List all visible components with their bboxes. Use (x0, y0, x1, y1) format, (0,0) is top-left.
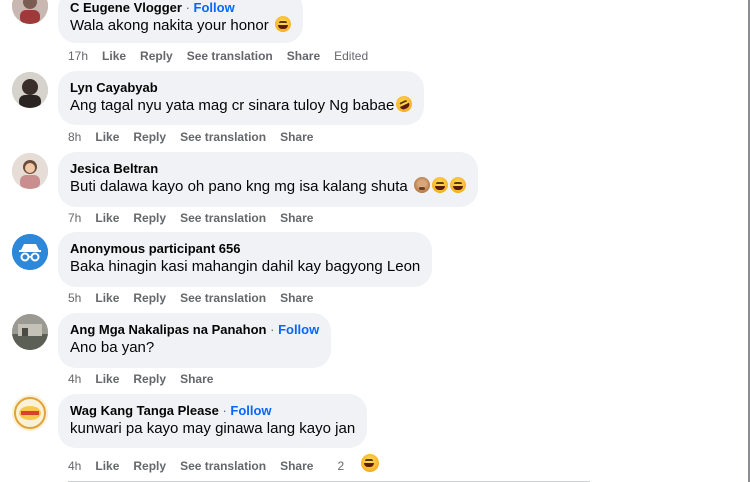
comment-text: kunwari pa kayo may ginawa lang kayo jan (70, 420, 356, 437)
like-button[interactable]: Like (95, 129, 119, 145)
follow-button[interactable]: Follow (194, 0, 235, 15)
share-button[interactable]: Share (280, 290, 313, 306)
share-button[interactable]: Share (280, 210, 313, 226)
comment-bubble: Ang Mga Nakalipas na Panahon · Follow An… (58, 313, 332, 368)
comment-text: Wala akong nakita your honor (70, 17, 269, 34)
edited-label: Edited (334, 49, 369, 63)
share-button[interactable]: Share (280, 129, 313, 145)
comment-actions: 4h Like Reply See translation Share 2 (68, 454, 407, 474)
comment-author[interactable]: Wag Kang Tanga Please (70, 403, 219, 418)
separator-dot: · (181, 0, 194, 15)
avatar[interactable] (12, 0, 48, 24)
laughing-emoji-icon (361, 454, 380, 472)
follow-button[interactable]: Follow (230, 403, 271, 418)
comment-time[interactable]: 4h (68, 458, 81, 474)
see-translation-button[interactable]: See translation (187, 48, 273, 64)
comment-author[interactable]: Lyn Cayabyab (70, 79, 412, 96)
rolling-laughing-emoji-icon (393, 93, 416, 115)
comment-bubble: C Eugene Vlogger · Follow Wala akong nak… (58, 0, 303, 43)
comment-bubble: Wag Kang Tanga Please · Follow kunwari p… (58, 394, 368, 448)
comment-time[interactable]: 4h (68, 371, 81, 387)
comment-bubble: Anonymous participant 656 Baka hinagin k… (58, 232, 433, 287)
comment-bubble: Lyn Cayabyab Ang tagal nyu yata mag cr s… (58, 71, 425, 125)
comment-time[interactable]: 5h (68, 290, 81, 306)
like-button[interactable]: Like (95, 458, 119, 474)
comment-actions: 7h Like Reply See translation Share (68, 210, 327, 226)
separator-dot: · (266, 322, 279, 337)
reaction-count[interactable]: 2 (337, 454, 393, 474)
comment-actions: 17h Like Reply See translation Share Edited (68, 48, 382, 64)
comment-text: Ang tagal nyu yata mag cr sinara tuloy N… (70, 97, 395, 114)
reply-button[interactable]: Reply (140, 48, 173, 64)
see-translation-button[interactable]: See translation (180, 210, 266, 226)
avatar[interactable] (12, 153, 48, 189)
separator-dot: · (218, 403, 231, 418)
comment-author[interactable]: Jesica Beltran (70, 160, 466, 177)
avatar[interactable] (12, 314, 48, 350)
laughing-emoji-icon (431, 177, 448, 193)
see-no-evil-monkey-icon (413, 177, 430, 193)
see-translation-button[interactable]: See translation (180, 458, 266, 474)
see-translation-button[interactable]: See translation (180, 290, 266, 306)
anonymous-avatar-icon[interactable] (12, 234, 48, 270)
like-button[interactable]: Like (95, 290, 119, 306)
comment-author[interactable]: Anonymous participant 656 (70, 240, 420, 257)
comment-text: Baka hinagin kasi mahangin dahil kay bag… (70, 258, 421, 275)
reply-button[interactable]: Reply (133, 210, 166, 226)
laughing-emoji-icon (449, 177, 466, 193)
comment-time[interactable]: 7h (68, 210, 81, 226)
like-button[interactable]: Like (102, 48, 126, 64)
share-button[interactable]: Share (287, 48, 320, 64)
comment-author[interactable]: Ang Mga Nakalipas na Panahon (70, 322, 267, 337)
reply-button[interactable]: Reply (133, 371, 166, 387)
reply-button[interactable]: Reply (133, 129, 166, 145)
comment-actions: 8h Like Reply See translation Share (68, 129, 327, 145)
comment-actions: 5h Like Reply See translation Share (68, 290, 327, 306)
reaction-count-number: 2 (337, 459, 345, 473)
comment-time[interactable]: 17h (68, 48, 88, 64)
comment-text: Buti dalawa kayo oh pano kng mg isa kala… (70, 178, 408, 195)
share-button[interactable]: Share (280, 458, 313, 474)
comment-text: Ano ba yan? (70, 339, 155, 356)
comment-author[interactable]: C Eugene Vlogger (70, 0, 182, 15)
comment-bubble: Jesica Beltran Buti dalawa kayo oh pano … (58, 152, 478, 207)
like-button[interactable]: Like (95, 371, 119, 387)
avatar[interactable] (12, 395, 48, 431)
like-button[interactable]: Like (95, 210, 119, 226)
reply-button[interactable]: Reply (133, 290, 166, 306)
laughing-emoji-icon (274, 16, 291, 32)
see-translation-button[interactable]: See translation (180, 129, 266, 145)
follow-button[interactable]: Follow (278, 322, 319, 337)
comment-actions: 4h Like Reply Share (68, 371, 227, 387)
share-button[interactable]: Share (180, 371, 213, 387)
avatar[interactable] (12, 72, 48, 108)
reply-button[interactable]: Reply (133, 458, 166, 474)
comment-time[interactable]: 8h (68, 129, 81, 145)
